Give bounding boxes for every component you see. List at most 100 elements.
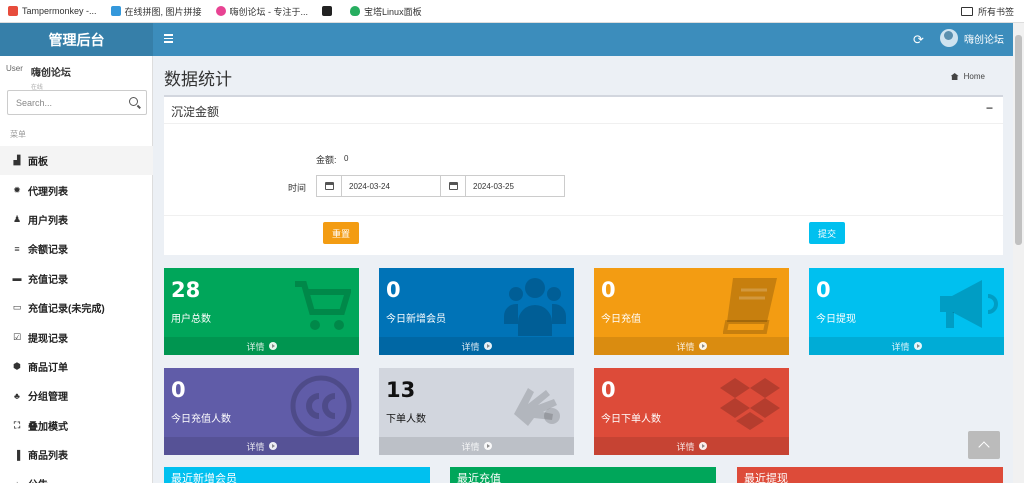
arrow-circle-right-icon	[698, 342, 707, 350]
sidebar-item-notice[interactable]: ♪公告	[0, 469, 153, 483]
end-date-value: 2024-03-25	[473, 181, 514, 191]
sidebar-item-orders[interactable]: ⬢ 商品订单	[0, 352, 153, 381]
stat-label: 下单人数	[386, 414, 426, 425]
more-info-link[interactable]: 详情	[594, 337, 789, 355]
stat-label: 今日提现	[816, 314, 856, 325]
recent-recharge-header: 最近充值	[450, 467, 716, 483]
bar-icon: ▐	[13, 449, 21, 460]
dashboard-icon: ▟	[13, 155, 21, 166]
submit-button[interactable]: 提交	[809, 222, 845, 244]
more-info-link[interactable]: 详情	[379, 437, 574, 455]
stat-label: 今日充值	[601, 314, 641, 325]
sidebar-item-groups[interactable]: ♣ 分组管理	[0, 381, 153, 410]
sign-language-icon	[514, 388, 560, 426]
dropbox-icon	[720, 378, 780, 430]
page-title: 数据统计	[164, 70, 232, 89]
bookmark-haichuang[interactable]: 嗨创论坛 - 专注于...	[215, 5, 308, 18]
folder-icon	[960, 7, 973, 16]
expand-icon: ⛶	[13, 419, 21, 430]
forum-favicon-icon	[215, 6, 226, 16]
amount-value: 0	[344, 154, 349, 163]
stat-value: 0	[601, 378, 616, 402]
tampermonkey-favicon-icon	[8, 6, 18, 16]
sidebar-item-balance[interactable]: ≡ 余额记录	[0, 234, 153, 263]
calendar-addon	[317, 176, 342, 196]
sidebar-item-users[interactable]: ♟ 用户列表	[0, 205, 153, 234]
page-scrollbar[interactable]	[1013, 23, 1024, 483]
shield-favicon-icon	[350, 6, 361, 16]
bookmark-image-stitch[interactable]: 在线拼图, 图片拼接	[110, 5, 202, 18]
arrow-circle-right-icon	[483, 442, 492, 450]
sidebar-item-recharge-pending[interactable]: ▭ 充值记录(未完成)	[0, 293, 153, 322]
stat-box-today-order-users: 0 今日下单人数 详情	[594, 368, 789, 455]
stat-value: 0	[171, 378, 186, 402]
stat-box-total-users: 28 用户总数 详情	[164, 268, 359, 355]
more-info-link[interactable]: 详情	[594, 437, 789, 455]
image-favicon-icon	[110, 6, 121, 16]
book-icon	[723, 278, 777, 334]
more-info-link[interactable]: 详情	[379, 337, 574, 355]
bt-favicon-icon	[322, 6, 333, 16]
calendar-icon	[448, 182, 458, 190]
gear-icon: ✹	[13, 184, 21, 195]
sidebar-item-products[interactable]: ▐ 商品列表	[0, 440, 153, 469]
stat-value: 0	[386, 278, 401, 302]
all-bookmarks[interactable]: 所有书签	[960, 0, 1014, 23]
bookmark-bt[interactable]: BT	[322, 6, 336, 16]
stat-box-today-withdraw: 0 今日提现 详情	[809, 268, 1004, 355]
card-outline-icon: ▭	[12, 302, 22, 313]
menu-header: 菜单	[10, 130, 26, 139]
stat-box-order-users: 13 下单人数 详情	[379, 368, 574, 455]
calendar-icon	[324, 182, 334, 190]
search-placeholder: Search...	[16, 97, 53, 108]
end-date-field[interactable]: 2024-03-25	[440, 175, 565, 197]
arrow-circle-right-icon	[913, 342, 922, 350]
amount-label: 金额:	[316, 155, 337, 165]
header-username: 嗨创论坛	[964, 34, 1004, 46]
sidebar-item-withdraw[interactable]: ☑ 提现记录	[0, 322, 153, 351]
chevron-up-icon	[978, 441, 990, 453]
sidebar-item-agents[interactable]: ✹ 代理列表	[0, 175, 153, 204]
top-header: 管理后台 ⟳ 嗨创论坛	[0, 23, 1013, 56]
time-label: 时间	[288, 183, 307, 193]
bookmark-tampermonkey[interactable]: Tampermonkey -...	[8, 6, 97, 16]
stat-value: 0	[816, 278, 831, 302]
stat-label: 今日下单人数	[601, 414, 661, 425]
recent-members-header: 最近新增会员	[164, 467, 430, 483]
search-icon[interactable]	[129, 97, 138, 106]
refresh-icon[interactable]: ⟳	[913, 32, 924, 48]
user-menu[interactable]: 嗨创论坛	[940, 29, 1004, 47]
back-to-top-button[interactable]	[968, 431, 1000, 459]
sidebar: User 嗨创论坛 在线 Search... 菜单 ▟ 面板 ✹ 代理列表 ♟ 用户列…	[0, 56, 153, 483]
bookmark-baota[interactable]: 宝塔Linux面板	[350, 5, 422, 18]
card-icon: ▬	[12, 273, 22, 284]
more-info-link[interactable]: 详情	[809, 337, 1004, 355]
breadcrumb[interactable]: Home	[950, 72, 985, 81]
sidebar-toggle-icon[interactable]	[164, 34, 173, 43]
search-input[interactable]: Search...	[7, 90, 147, 115]
sidebar-user-name: 嗨创论坛	[30, 68, 71, 79]
sidebar-item-dashboard[interactable]: ▟ 面板	[0, 146, 153, 176]
stat-label: 用户总数	[171, 314, 211, 325]
start-date-field[interactable]: 2024-03-24	[316, 175, 441, 197]
scrollbar-thumb[interactable]	[1015, 35, 1022, 245]
sidebar-item-overlay-mode[interactable]: ⛶ 叠加模式	[0, 411, 153, 440]
arrow-circle-right-icon	[698, 442, 707, 450]
box-title: 沉淀金额	[171, 105, 220, 119]
sidebar-item-recharge[interactable]: ▬ 充值记录	[0, 264, 153, 293]
user-panel: User 嗨创论坛 在线	[6, 64, 71, 91]
check-square-icon: ☑	[12, 331, 22, 342]
arrow-circle-right-icon	[268, 342, 277, 350]
more-info-link[interactable]: 详情	[164, 337, 359, 355]
user-image: User	[6, 64, 23, 73]
reset-button[interactable]: 重置	[323, 222, 359, 244]
collapse-icon[interactable]: −	[986, 101, 993, 115]
start-date-value: 2024-03-24	[349, 181, 390, 191]
app-logo[interactable]: 管理后台	[0, 23, 153, 56]
calendar-addon	[441, 176, 466, 196]
balance-box: 沉淀金额 − 金额: 0 时间 2024-03-24 2024-03-25 重置…	[164, 95, 1003, 255]
more-info-link[interactable]: 详情	[164, 437, 359, 455]
stat-label: 今日充值人数	[171, 414, 231, 425]
bell-icon: ♪	[12, 479, 22, 483]
stat-box-new-members: 0 今日新增会员 详情	[379, 268, 574, 355]
